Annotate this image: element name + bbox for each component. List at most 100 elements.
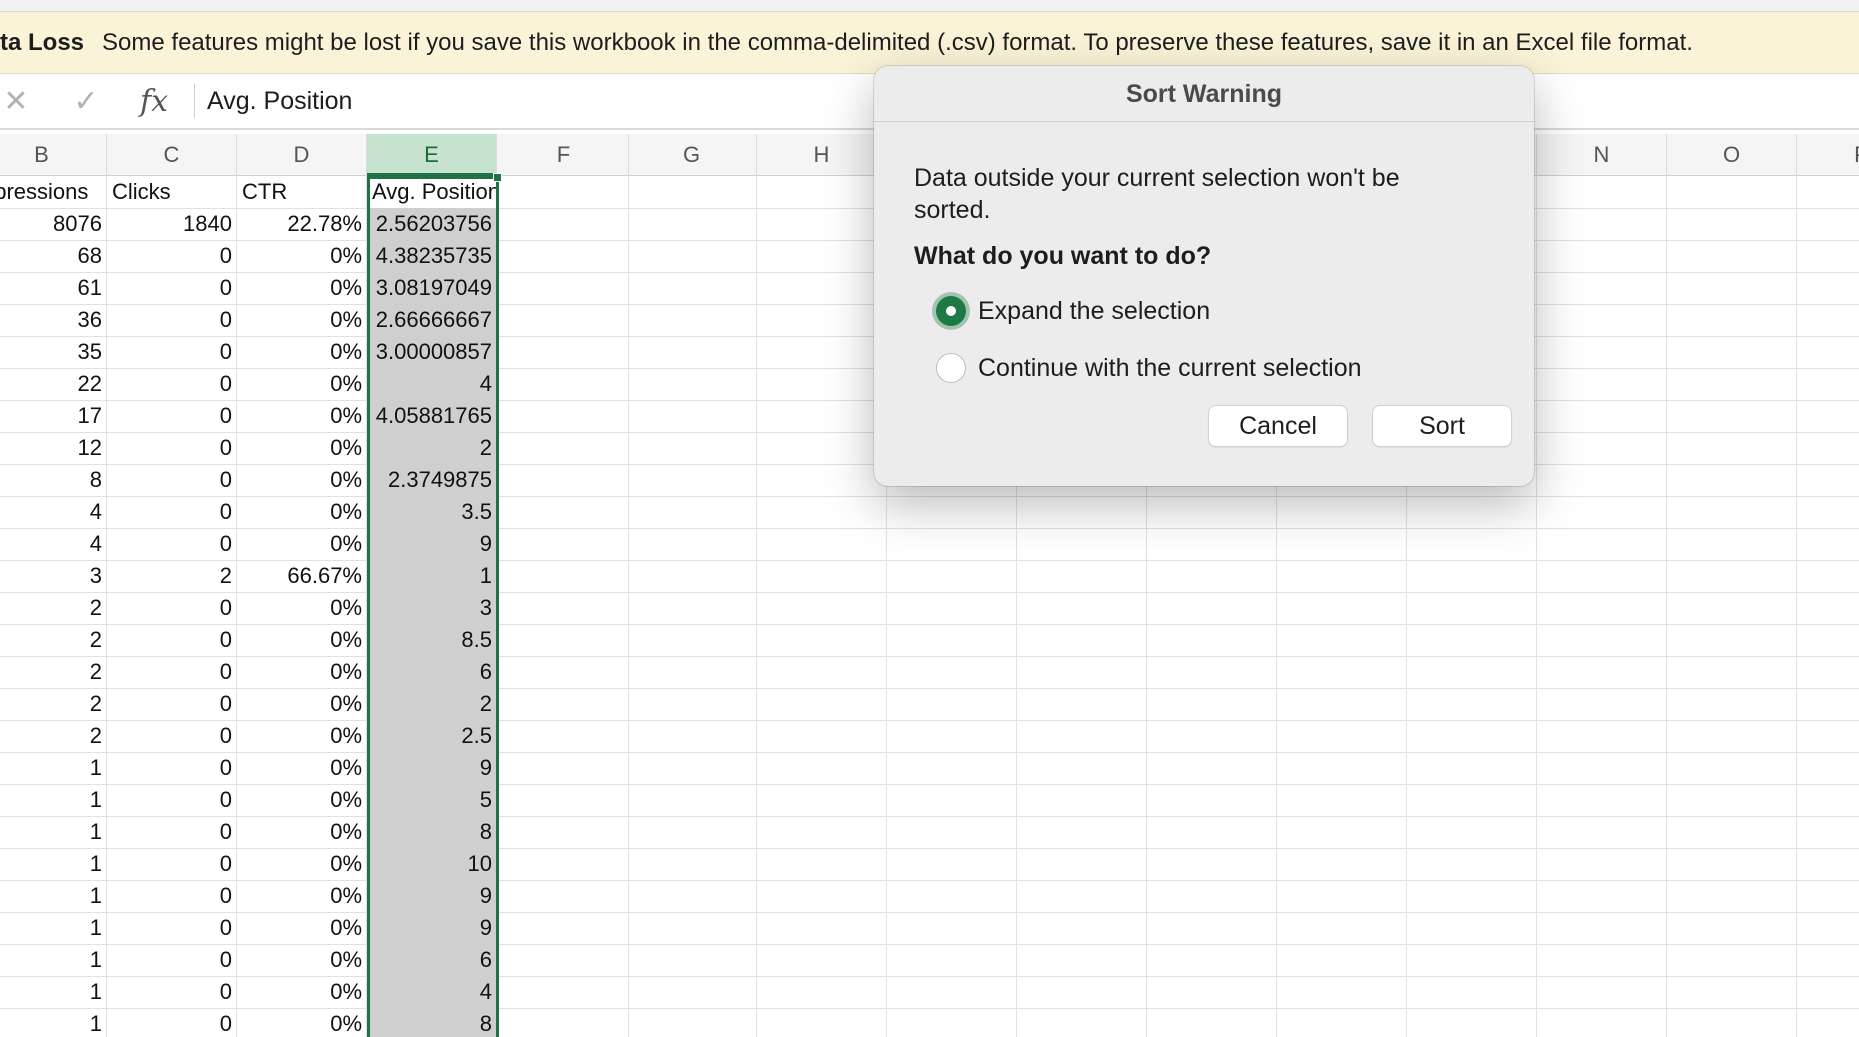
table-cell[interactable]: 0% (237, 752, 367, 784)
expand-selection-label[interactable]: Expand the selection (978, 297, 1210, 326)
table-cell[interactable]: 0% (237, 1008, 367, 1037)
table-cell[interactable]: 0% (237, 656, 367, 688)
table-cell[interactable]: 9 (367, 912, 497, 944)
sort-button[interactable]: Sort (1372, 405, 1512, 447)
table-cell[interactable]: 0% (237, 272, 367, 304)
table-cell[interactable]: 1840 (107, 208, 237, 240)
table-cell[interactable]: 3 (367, 592, 497, 624)
table-cell[interactable]: 3.00000857 (367, 336, 497, 368)
table-cell[interactable]: 8 (0, 464, 107, 496)
table-cell[interactable]: 0% (237, 304, 367, 336)
table-cell[interactable]: 2 (367, 432, 497, 464)
column-header-f[interactable]: F (499, 134, 629, 176)
cancel-entry-icon[interactable]: ✕ (0, 84, 32, 119)
table-cell[interactable]: 2 (0, 592, 107, 624)
table-cell[interactable]: 8 (367, 816, 497, 848)
column-header-c[interactable]: C (107, 134, 237, 176)
table-cell[interactable]: 9 (367, 752, 497, 784)
table-cell[interactable]: 0% (237, 528, 367, 560)
table-cell[interactable]: 1 (0, 912, 107, 944)
formula-input[interactable]: Avg. Position (207, 87, 352, 116)
table-cell[interactable]: 6 (367, 944, 497, 976)
fill-handle[interactable] (493, 173, 502, 182)
header-cell[interactable]: CTR (237, 176, 367, 208)
table-cell[interactable]: 3.08197049 (367, 272, 497, 304)
table-cell[interactable]: 2.3749875 (367, 464, 497, 496)
column-header-b[interactable]: B (0, 134, 107, 176)
table-cell[interactable]: 9 (367, 528, 497, 560)
table-cell[interactable]: 0 (107, 592, 237, 624)
table-cell[interactable]: 4 (367, 976, 497, 1008)
column-header-n[interactable]: N (1537, 134, 1667, 176)
table-cell[interactable]: 0% (237, 240, 367, 272)
radio-selected-icon[interactable] (936, 296, 966, 326)
table-cell[interactable]: 0 (107, 1008, 237, 1037)
confirm-entry-icon[interactable]: ✓ (70, 84, 102, 119)
header-cell[interactable]: npressions (0, 176, 107, 208)
table-cell[interactable]: 0% (237, 624, 367, 656)
table-cell[interactable]: 1 (0, 784, 107, 816)
column-header-p[interactable]: P (1797, 134, 1859, 176)
table-cell[interactable]: 0% (237, 880, 367, 912)
table-cell[interactable]: 0 (107, 880, 237, 912)
table-cell[interactable]: 1 (0, 752, 107, 784)
table-cell[interactable]: 0 (107, 976, 237, 1008)
table-cell[interactable]: 0 (107, 432, 237, 464)
table-cell[interactable]: 3.5 (367, 496, 497, 528)
table-cell[interactable]: 6 (367, 656, 497, 688)
table-cell[interactable]: 10 (367, 848, 497, 880)
table-cell[interactable]: 8 (367, 1008, 497, 1037)
table-cell[interactable]: 0 (107, 784, 237, 816)
table-cell[interactable]: 9 (367, 880, 497, 912)
table-cell[interactable]: 0 (107, 912, 237, 944)
table-cell[interactable]: 0 (107, 944, 237, 976)
table-cell[interactable]: 0% (237, 368, 367, 400)
table-cell[interactable]: 1 (0, 944, 107, 976)
table-cell[interactable]: 12 (0, 432, 107, 464)
column-header-g[interactable]: G (627, 134, 757, 176)
table-cell[interactable]: 0 (107, 304, 237, 336)
table-cell[interactable]: 0 (107, 272, 237, 304)
table-cell[interactable]: 3 (0, 560, 107, 592)
table-cell[interactable]: 0% (237, 944, 367, 976)
column-header-e[interactable]: E (367, 134, 497, 176)
table-cell[interactable]: 0 (107, 624, 237, 656)
table-cell[interactable]: 2.5 (367, 720, 497, 752)
table-cell[interactable]: 2 (0, 656, 107, 688)
table-cell[interactable]: 0 (107, 464, 237, 496)
cancel-button[interactable]: Cancel (1208, 405, 1348, 447)
continue-current-selection-option[interactable]: Continue with the current selection (936, 353, 1362, 383)
table-cell[interactable]: 22 (0, 368, 107, 400)
table-cell[interactable]: 4.05881765 (367, 400, 497, 432)
table-cell[interactable]: 0 (107, 752, 237, 784)
table-cell[interactable]: 36 (0, 304, 107, 336)
table-cell[interactable]: 1 (0, 880, 107, 912)
header-cell[interactable]: Clicks (107, 176, 237, 208)
table-cell[interactable]: 5 (367, 784, 497, 816)
table-cell[interactable]: 1 (0, 976, 107, 1008)
table-cell[interactable]: 0 (107, 240, 237, 272)
table-cell[interactable]: 4 (0, 496, 107, 528)
table-cell[interactable]: 68 (0, 240, 107, 272)
table-cell[interactable]: 0% (237, 496, 367, 528)
table-cell[interactable]: 0% (237, 720, 367, 752)
insert-function-icon[interactable]: fx (140, 84, 176, 119)
table-cell[interactable]: 0% (237, 816, 367, 848)
table-cell[interactable]: 1 (0, 848, 107, 880)
table-cell[interactable]: 2 (367, 688, 497, 720)
table-cell[interactable]: 17 (0, 400, 107, 432)
expand-selection-option[interactable]: Expand the selection (936, 296, 1210, 326)
table-cell[interactable]: 2.66666667 (367, 304, 497, 336)
table-cell[interactable]: 0 (107, 720, 237, 752)
table-cell[interactable]: 1 (0, 1008, 107, 1037)
table-cell[interactable]: 4 (0, 528, 107, 560)
table-cell[interactable]: 0% (237, 976, 367, 1008)
table-cell[interactable]: 0 (107, 336, 237, 368)
table-cell[interactable]: 0% (237, 464, 367, 496)
continue-selection-label[interactable]: Continue with the current selection (978, 354, 1362, 383)
table-cell[interactable]: 0 (107, 368, 237, 400)
table-cell[interactable]: 1 (0, 816, 107, 848)
header-cell[interactable]: Avg. Position (367, 176, 497, 208)
table-cell[interactable]: 0 (107, 528, 237, 560)
table-cell[interactable]: 0% (237, 400, 367, 432)
